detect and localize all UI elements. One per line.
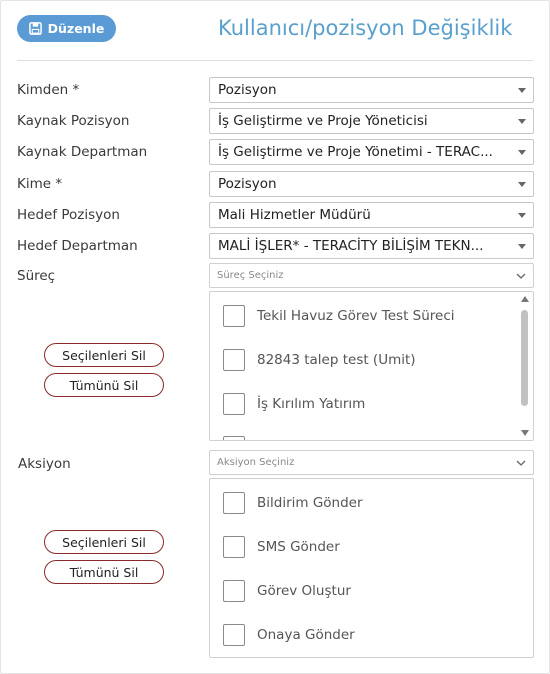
to-select[interactable]: Pozisyon xyxy=(209,171,534,197)
list-item-label: 82843 talep test (Umit) xyxy=(257,352,416,368)
target-position-value: Mali Hizmetler Müdürü xyxy=(218,207,371,223)
checkbox[interactable] xyxy=(223,349,245,371)
list-item[interactable]: İş Kırılım Yatırım xyxy=(223,393,365,415)
process-combo[interactable]: Süreç Seçiniz xyxy=(209,263,534,288)
divider xyxy=(17,60,533,61)
source-department-label: Kaynak Departman xyxy=(17,144,148,160)
to-value: Pozisyon xyxy=(218,176,277,192)
target-position-label: Hedef Pozisyon xyxy=(17,207,120,223)
checkbox[interactable] xyxy=(223,393,245,415)
target-department-select[interactable]: MALİ İŞLER* - TERACİTY BİLİŞİM TEKN... xyxy=(209,233,534,259)
action-delete-all-button[interactable]: Tümünü Sil xyxy=(44,560,164,584)
from-value: Pozisyon xyxy=(218,82,277,98)
save-icon xyxy=(28,22,42,35)
page-title: Kullanıcı/pozisyon Değişiklik xyxy=(218,16,513,40)
list-item-label: Görev Oluştur xyxy=(257,583,351,599)
list-item[interactable]: 82843 talep test (Umit) xyxy=(223,349,416,371)
caret-down-icon xyxy=(518,182,526,187)
chevron-down-icon xyxy=(516,273,526,279)
checkbox[interactable] xyxy=(223,492,245,514)
list-item-label: Onaya Gönder xyxy=(257,627,355,643)
list-item[interactable]: SMS Gönder xyxy=(223,536,340,558)
to-label: Kime * xyxy=(17,176,63,192)
process-delete-all-button[interactable]: Tümünü Sil xyxy=(44,373,164,397)
list-item[interactable]: Tekil Havuz Görev Test Süreci xyxy=(223,305,455,327)
action-placeholder: Aksiyon Seçiniz xyxy=(217,457,295,468)
caret-down-icon xyxy=(518,119,526,124)
action-combo[interactable]: Aksiyon Seçiniz xyxy=(209,450,534,475)
target-position-select[interactable]: Mali Hizmetler Müdürü xyxy=(209,202,534,228)
list-item[interactable]: Görev Oluştur xyxy=(223,580,351,602)
action-delete-selected-button[interactable]: Seçilenleri Sil xyxy=(44,530,164,554)
list-item-label: Tekil Havuz Görev Test Süreci xyxy=(257,308,455,324)
checkbox[interactable] xyxy=(223,305,245,327)
caret-down-icon xyxy=(518,244,526,249)
process-delete-selected-button[interactable]: Seçilenleri Sil xyxy=(44,343,164,367)
scroll-thumb[interactable] xyxy=(521,310,528,406)
source-position-value: İş Geliştirme ve Proje Yöneticisi xyxy=(218,113,428,129)
scroll-up-icon[interactable] xyxy=(521,296,529,302)
list-item[interactable]: Onaya Gönder xyxy=(223,624,355,646)
list-item-label: Bildirim Gönder xyxy=(257,495,363,511)
scrollbar[interactable] xyxy=(519,294,531,438)
edit-button[interactable]: Düzenle xyxy=(17,15,116,42)
checkbox[interactable] xyxy=(223,624,245,646)
source-department-select[interactable]: İş Geliştirme ve Proje Yönetimi - TERAC.… xyxy=(209,139,534,165)
chevron-down-icon xyxy=(516,460,526,466)
from-label: Kimden * xyxy=(17,82,80,98)
action-listbox[interactable]: Bildirim Gönder SMS Gönder Görev Oluştur… xyxy=(209,478,534,658)
caret-down-icon xyxy=(518,213,526,218)
target-department-value: MALİ İŞLER* - TERACİTY BİLİŞİM TEKN... xyxy=(218,238,484,254)
source-department-value: İş Geliştirme ve Proje Yönetimi - TERAC.… xyxy=(218,144,493,160)
from-select[interactable]: Pozisyon xyxy=(209,77,534,103)
checkbox[interactable] xyxy=(223,536,245,558)
caret-down-icon xyxy=(518,150,526,155)
target-department-label: Hedef Departman xyxy=(17,238,138,254)
process-label: Süreç xyxy=(17,268,56,284)
source-position-select[interactable]: İş Geliştirme ve Proje Yöneticisi xyxy=(209,108,534,134)
list-item-label: İş Kırılım Yatırım xyxy=(257,396,366,412)
list-item-label: SMS Gönder xyxy=(257,539,340,555)
source-position-label: Kaynak Pozisyon xyxy=(17,113,130,129)
caret-down-icon xyxy=(518,88,526,93)
checkbox[interactable] xyxy=(223,436,245,440)
process-placeholder: Süreç Seçiniz xyxy=(217,270,284,281)
edit-button-label: Düzenle xyxy=(47,21,105,36)
checkbox[interactable] xyxy=(223,580,245,602)
process-listbox[interactable]: Tekil Havuz Görev Test Süreci 82843 tale… xyxy=(209,291,534,441)
list-item-partial[interactable] xyxy=(223,436,245,440)
list-item[interactable]: Bildirim Gönder xyxy=(223,492,363,514)
action-label: Aksiyon xyxy=(18,456,71,472)
scroll-down-icon[interactable] xyxy=(521,430,529,436)
